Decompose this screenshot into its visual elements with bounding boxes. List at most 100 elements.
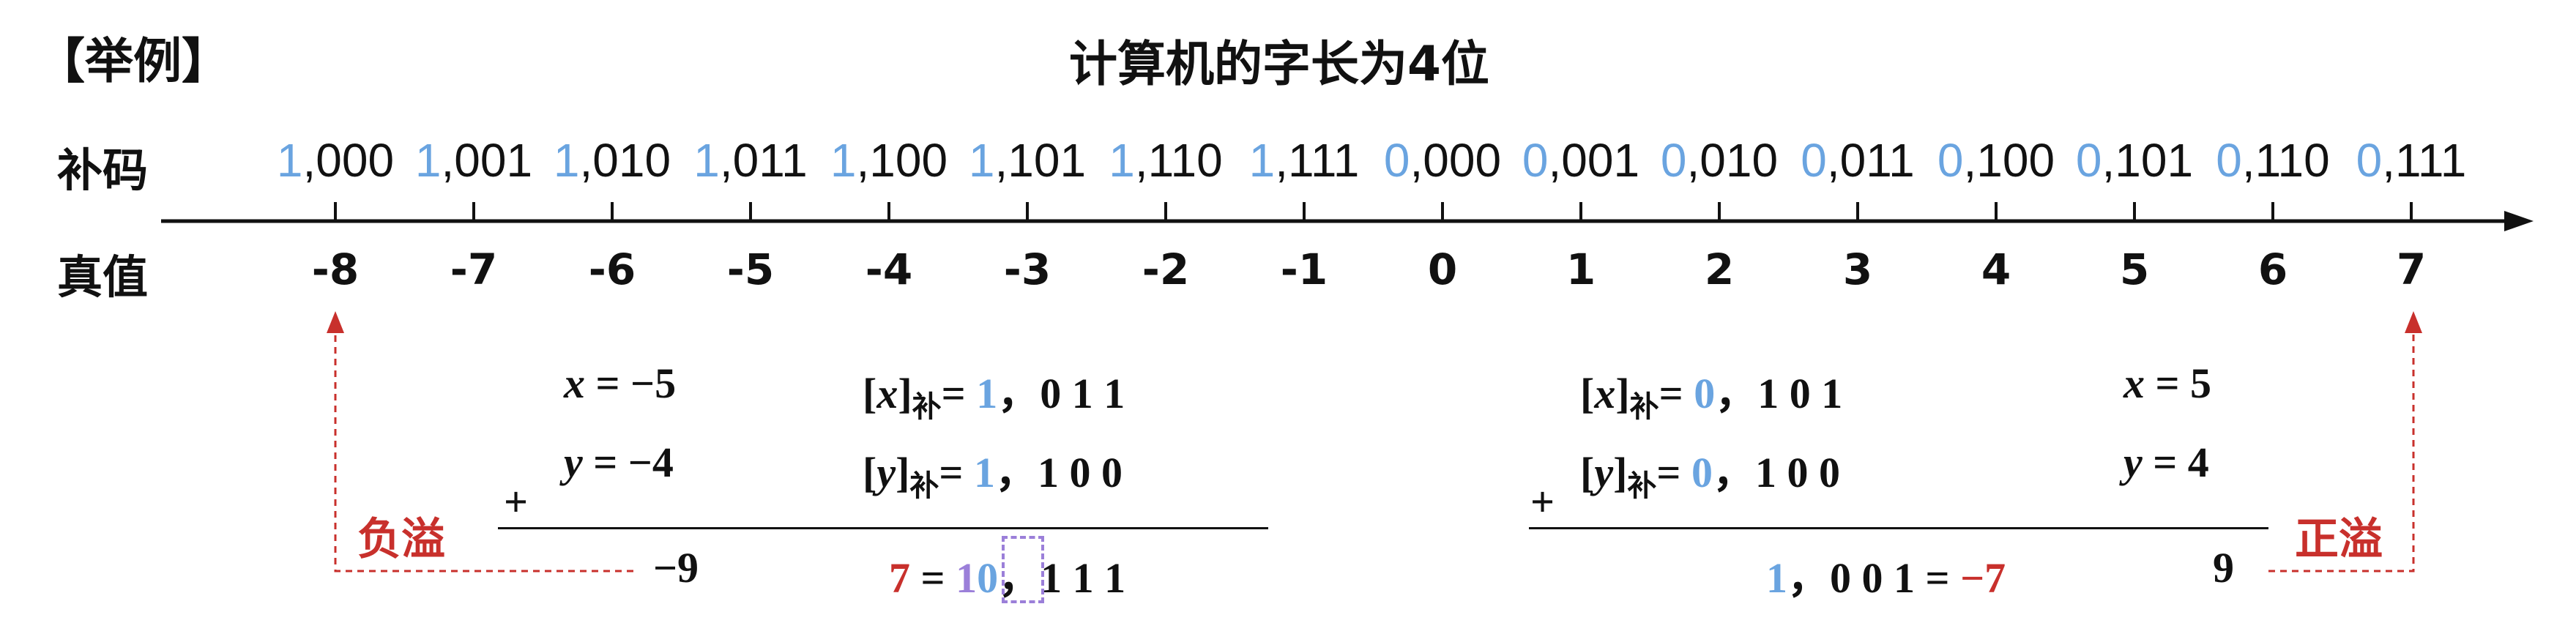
- value-bits: ,011: [719, 134, 808, 187]
- right-plus-sign: +: [1530, 478, 1555, 526]
- axis-tick: [749, 202, 752, 220]
- value-bits: ,110: [1134, 134, 1223, 187]
- axis-arrowhead: [2504, 211, 2534, 231]
- complement-code: 0,001: [1522, 133, 1639, 187]
- complement-code: 1,110: [1109, 133, 1222, 187]
- right-result: 1，0 0 1 = −7: [1766, 554, 2006, 602]
- complement-code: 0,100: [1937, 133, 2055, 187]
- sign-bit: 0: [1660, 134, 1687, 187]
- value-bits: ,000: [302, 134, 395, 187]
- value-bits: ,100: [856, 134, 948, 187]
- value-bits: ,011: [1826, 134, 1915, 187]
- negative-overflow-label: 负溢: [357, 514, 445, 565]
- axis-tick: [2410, 202, 2413, 220]
- complement-code: 0,101: [2076, 133, 2193, 187]
- value-bits: ,100: [1963, 134, 2055, 187]
- value-bits: ,101: [2102, 134, 2194, 187]
- negative-overflow-arrowhead: [327, 311, 344, 333]
- true-value: 1: [1566, 245, 1596, 294]
- sign-bit: 0: [1383, 134, 1410, 187]
- true-value: 3: [1842, 245, 1873, 294]
- value-bits: ,001: [441, 134, 533, 187]
- carry-bit: 1: [956, 554, 978, 602]
- axis-tick: [2133, 202, 2136, 220]
- true-value: -5: [726, 245, 775, 294]
- complement-code: 1,101: [969, 133, 1086, 187]
- sign-bit: 1: [1248, 134, 1276, 187]
- true-value: 7: [2396, 245, 2427, 294]
- complement-code: 0,010: [1661, 133, 1778, 187]
- axis-tick: [1579, 202, 1582, 220]
- left-sum-line: [498, 527, 1268, 529]
- right-x-equation: x = 5: [2123, 359, 2212, 407]
- true-value: -2: [1142, 245, 1190, 294]
- complement-code: 1,100: [830, 133, 948, 187]
- sign-bit: 0: [1522, 134, 1549, 187]
- right-sum-line: [1529, 527, 2268, 529]
- sign-bit: 0: [1801, 134, 1827, 187]
- complement-code: 1,111: [1249, 133, 1360, 187]
- axis-tick: [1164, 202, 1167, 220]
- left-x-complement: [x]补= 1，0 1 1: [863, 370, 1125, 424]
- value-bits: ,010: [1686, 134, 1779, 187]
- value-bits: ,000: [1410, 134, 1502, 187]
- true-value: -1: [1280, 245, 1328, 294]
- right-x-complement: [x]补= 0，1 0 1: [1580, 370, 1843, 424]
- axis-tick: [1995, 202, 1998, 220]
- right-y-equation: y = 4: [2123, 439, 2209, 486]
- value-bits: ,111: [1275, 134, 1360, 187]
- sign-bit: 0: [2216, 134, 2242, 187]
- complement-code: 0,110: [2216, 133, 2329, 187]
- right-y-complement: [y]补= 0，1 0 0: [1580, 449, 1840, 503]
- sign-bit: 1: [553, 134, 580, 187]
- complement-code: 1,001: [415, 133, 532, 187]
- positive-overflow-label: 正溢: [2295, 514, 2383, 565]
- positive-overflow-arrowhead: [2405, 311, 2422, 333]
- complement-code: 1,011: [693, 133, 807, 187]
- value-bits: ,110: [2241, 134, 2330, 187]
- axis-tick: [887, 202, 890, 220]
- true-value: -6: [588, 245, 636, 294]
- axis-tick: [2271, 202, 2274, 220]
- true-value: -4: [865, 245, 913, 294]
- left-y-equation: y = −4: [564, 439, 674, 486]
- value-bits: ,101: [994, 134, 1087, 187]
- left-x-equation: x = −5: [564, 359, 677, 407]
- axis-tick: [611, 202, 614, 220]
- complement-code: 0,000: [1384, 133, 1501, 187]
- complement-code: 0,011: [1801, 133, 1914, 187]
- true-value: 5: [2119, 245, 2150, 294]
- true-value: 2: [1704, 245, 1735, 294]
- left-y-complement: [y]补= 1，1 0 0: [863, 449, 1123, 503]
- right-sum-value: 9: [2213, 544, 2234, 592]
- sign-bit: 1: [414, 134, 442, 187]
- complement-code: 1,010: [554, 133, 671, 187]
- true-value: -3: [1003, 245, 1051, 294]
- carry-highlight-box: [1002, 536, 1044, 603]
- true-value: -7: [450, 245, 498, 294]
- sign-bit: 1: [276, 134, 303, 187]
- axis-tick: [334, 202, 337, 220]
- true-value: 0: [1427, 245, 1458, 294]
- axis-tick: [1441, 202, 1444, 220]
- true-value: 4: [1981, 245, 2011, 294]
- axis-tick: [1856, 202, 1859, 220]
- axis-tick: [1026, 202, 1029, 220]
- sign-bit: 1: [830, 134, 857, 187]
- value-bits: ,010: [579, 134, 671, 187]
- sign-bit: 1: [968, 134, 995, 187]
- value-bits: ,111: [2382, 134, 2467, 187]
- value-bits: ,001: [1548, 134, 1640, 187]
- sign-bit: 0: [2075, 134, 2102, 187]
- complement-code: 1,000: [277, 133, 394, 187]
- axis-tick: [1718, 202, 1721, 220]
- true-value: 6: [2257, 245, 2288, 294]
- sign-bit: 1: [693, 134, 720, 187]
- sign-bit: 0: [2356, 134, 2383, 187]
- left-sum-value: −9: [653, 544, 699, 592]
- sign-bit: 0: [1937, 134, 1964, 187]
- complement-code: 0,111: [2356, 133, 2467, 187]
- axis-tick: [1303, 202, 1306, 220]
- left-plus-sign: +: [504, 478, 529, 526]
- sign-bit: 1: [1109, 134, 1135, 187]
